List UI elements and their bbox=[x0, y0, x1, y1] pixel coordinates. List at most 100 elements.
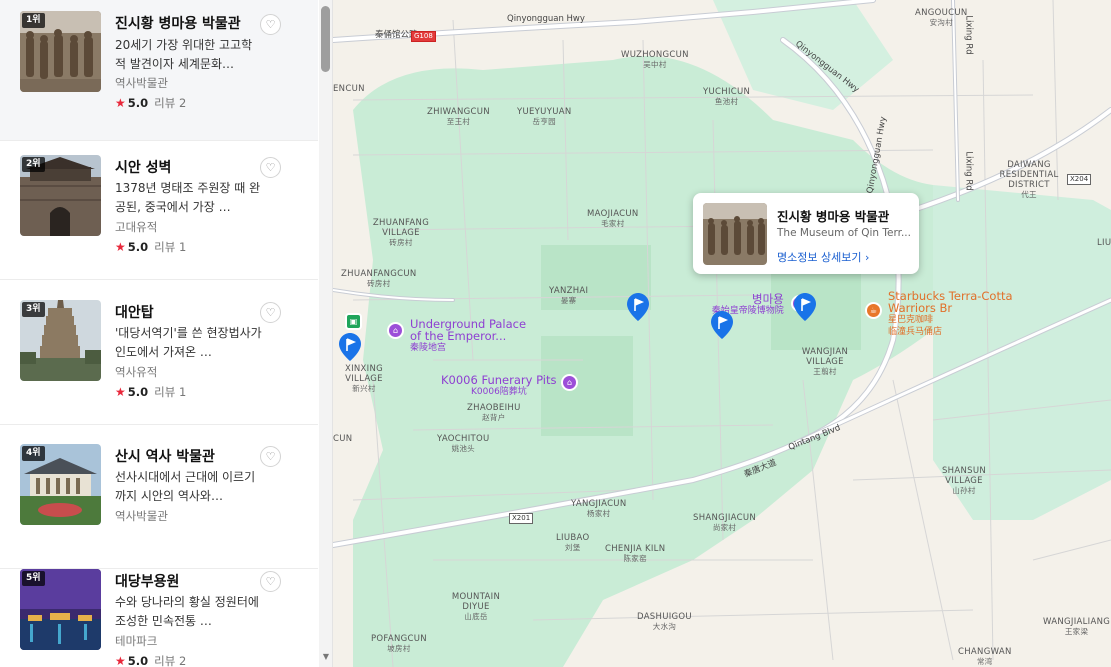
place-name[interactable]: 진시황 병마용 박물관 bbox=[115, 13, 241, 33]
rank-badge: 1위 bbox=[22, 13, 45, 28]
museum-icon[interactable]: ⌂ bbox=[387, 322, 404, 339]
place-list-item[interactable]: 2위 시안 성벽 1378년 명태조 주원장 때 완공된, 중국에서 가장 … … bbox=[0, 139, 318, 280]
highway-shield: X204 bbox=[1067, 174, 1092, 185]
transit-icon[interactable]: ▣ bbox=[345, 313, 362, 330]
rating-score: 5.0 bbox=[127, 385, 149, 399]
place-thumbnail: 4위 bbox=[20, 444, 101, 525]
place-thumbnail: 2위 bbox=[20, 155, 101, 236]
rating-score: 5.0 bbox=[127, 96, 149, 110]
highway-shield: X201 bbox=[509, 513, 534, 524]
place-list-item[interactable]: 1위 진시황 병마용 박물관 20세기 가장 위대한 고고학적 발견이자 세계문… bbox=[0, 0, 318, 141]
map-label: SHANSUN VILLAGE 山孙村 bbox=[941, 466, 987, 495]
rating-score: 5.0 bbox=[127, 654, 149, 667]
popup-thumbnail bbox=[703, 203, 767, 265]
place-rating: ★ 5.0 리뷰 2 bbox=[115, 95, 186, 111]
review-count: 리뷰 1 bbox=[154, 385, 187, 399]
map-label: CHANGWAN 常湾 bbox=[958, 647, 1012, 666]
place-description: 수와 당나라의 황실 정원터에 조성한 민속전통 … bbox=[115, 595, 259, 628]
map-label: WUZHONGCUN 吴中村 bbox=[621, 50, 689, 69]
map-label: ENCUN bbox=[333, 84, 365, 94]
map-label: ZHUANFANGCUN 砖房村 bbox=[341, 269, 417, 288]
popup-title: 진시황 병마용 박물관 bbox=[777, 209, 890, 224]
map-label: CHENJIA KILN 陈家窑 bbox=[605, 544, 666, 563]
rank-badge: 4위 bbox=[22, 446, 45, 461]
map-label: POFANGCUN 坡房村 bbox=[371, 634, 427, 653]
place-name[interactable]: 대당부용원 bbox=[115, 571, 179, 591]
popup-subtitle: The Museum of Qin Terr... bbox=[777, 227, 911, 239]
place-name[interactable]: 산시 역사 박물관 bbox=[115, 446, 215, 466]
place-category: 고대유적 bbox=[115, 220, 158, 234]
map-label: YANZHAI 晏寨 bbox=[549, 286, 589, 305]
place-thumbnail: 3위 bbox=[20, 300, 101, 381]
map-label: CUN bbox=[333, 434, 353, 444]
rating-score: 5.0 bbox=[127, 240, 149, 254]
place-list-item[interactable]: 4위 산시 역사 박물관 선사시대에서 근대에 이르기까지 시안의 역사와… 역… bbox=[0, 428, 318, 569]
map-label: ANGOUCUN 安沟村 bbox=[915, 8, 968, 27]
star-icon: ★ bbox=[115, 96, 126, 110]
scrollbar-thumb[interactable] bbox=[321, 6, 330, 72]
map-label: LIU bbox=[1097, 238, 1111, 248]
place-detail-link[interactable]: 명소정보 상세보기 › bbox=[777, 249, 869, 265]
place-category: 테마파크 bbox=[115, 634, 158, 648]
map-label: DAIWANG RESIDENTIAL DISTRICT 代王 bbox=[999, 160, 1059, 199]
star-icon: ★ bbox=[115, 240, 126, 254]
museum-icon[interactable]: ⌂ bbox=[561, 374, 578, 391]
map-label: YAOCHITOU 姚池头 bbox=[437, 434, 490, 453]
heart-icon[interactable]: ♡ bbox=[260, 571, 281, 592]
map-label: YUEYUYUAN 岳亨园 bbox=[517, 107, 572, 126]
map-label: DASHUIGOU 大水沟 bbox=[637, 612, 692, 631]
place-info-popup[interactable]: 진시황 병마용 박물관 The Museum of Qin Terr... 명소… bbox=[693, 193, 919, 274]
rank-badge: 5위 bbox=[22, 571, 45, 586]
place-description: 1378년 명태조 주원장 때 완공된, 중국에서 가장 … bbox=[115, 181, 261, 214]
scroll-down-arrow-icon[interactable]: ▼ bbox=[320, 652, 332, 662]
location-pin-icon[interactable] bbox=[794, 293, 816, 321]
map-label: ZHAOBEIHU 赵背户 bbox=[467, 403, 521, 422]
map-label: YANGJIACUN 杨家村 bbox=[571, 499, 627, 518]
road-label: Lixing Rd bbox=[963, 151, 974, 191]
place-name[interactable]: 시안 성벽 bbox=[115, 157, 171, 177]
map-label: MAOJIACUN 毛家村 bbox=[587, 209, 639, 228]
heart-icon[interactable]: ♡ bbox=[260, 446, 281, 467]
place-list-item[interactable]: 3위 대안탑 '대당서역기'를 쓴 현장법사가 인도에서 가져온 … 역사유적 … bbox=[0, 284, 318, 425]
map-label: ZHUANFANG VILLAGE 砖房村 bbox=[372, 218, 430, 247]
place-thumbnail: 1위 bbox=[20, 11, 101, 92]
poi-starbucks[interactable]: Starbucks Terra-Cotta Warriors Br 星巴克咖啡 临潼兵… bbox=[888, 290, 1013, 338]
place-category: 역사유적 bbox=[115, 365, 158, 379]
place-category: 역사박물관 bbox=[115, 76, 168, 90]
rank-badge: 2위 bbox=[22, 157, 45, 172]
location-pin-icon[interactable] bbox=[339, 333, 361, 361]
place-list-sidebar: 1위 진시황 병마용 박물관 20세기 가장 위대한 고고학적 발견이자 세계문… bbox=[0, 0, 333, 667]
star-icon: ★ bbox=[115, 385, 126, 399]
heart-icon[interactable]: ♡ bbox=[260, 157, 281, 178]
place-description: 20세기 가장 위대한 고고학적 발견이자 세계문화… bbox=[115, 38, 253, 71]
poi-k0006-funerary-pits[interactable]: K0006 Funerary Pits K0006陪葬坑 bbox=[441, 374, 556, 398]
place-thumbnail: 5위 bbox=[20, 569, 101, 650]
place-category: 역사박물관 bbox=[115, 509, 168, 523]
heart-icon[interactable]: ♡ bbox=[260, 302, 281, 323]
location-pin-icon[interactable] bbox=[711, 311, 733, 339]
place-name[interactable]: 대안탑 bbox=[115, 302, 154, 322]
road-label: Lixing Rd bbox=[963, 15, 974, 55]
terracotta-warriors-photo bbox=[703, 203, 767, 265]
review-count: 리뷰 1 bbox=[154, 240, 187, 254]
poi-underground-palace[interactable]: Underground Palace of the Emperor... 秦陵地宫 bbox=[410, 318, 526, 354]
map-label: SHANGJIACUN 尚家村 bbox=[693, 513, 757, 532]
map-label: WANGJIALIANG 王家梁 bbox=[1043, 617, 1111, 636]
highway-shield: G108 bbox=[411, 31, 436, 42]
rank-badge: 3위 bbox=[22, 302, 45, 317]
map-view[interactable]: ANGOUCUN 安沟村 WUZHONGCUN 吴中村 YUCHICUN 鱼池村 ZH… bbox=[333, 0, 1111, 667]
place-description: 선사시대에서 근대에 이르기까지 시안의 역사와… bbox=[115, 470, 256, 503]
place-list-item[interactable]: 5위 대당부용원 수와 당나라의 황실 정원터에 조성한 민속전통 … 테마파크… bbox=[0, 553, 318, 667]
review-count: 리뷰 2 bbox=[154, 654, 187, 667]
scrollbar-track[interactable] bbox=[319, 0, 332, 667]
map-label: XINXING VILLAGE 新兴村 bbox=[344, 364, 384, 393]
map-label: MOUNTAIN DIYUE 山底岳 bbox=[451, 592, 501, 621]
map-label: WANGJIAN VILLAGE 王翦村 bbox=[801, 347, 849, 376]
heart-icon[interactable]: ♡ bbox=[260, 14, 281, 35]
map-label: YUCHICUN 鱼池村 bbox=[703, 87, 751, 106]
location-pin-icon[interactable] bbox=[627, 293, 649, 321]
place-rating: ★ 5.0 리뷰 1 bbox=[115, 239, 186, 255]
map-label: ZHIWANGCUN 至王村 bbox=[427, 107, 490, 126]
star-icon: ★ bbox=[115, 654, 126, 667]
coffee-icon[interactable]: ☕ bbox=[865, 302, 882, 319]
